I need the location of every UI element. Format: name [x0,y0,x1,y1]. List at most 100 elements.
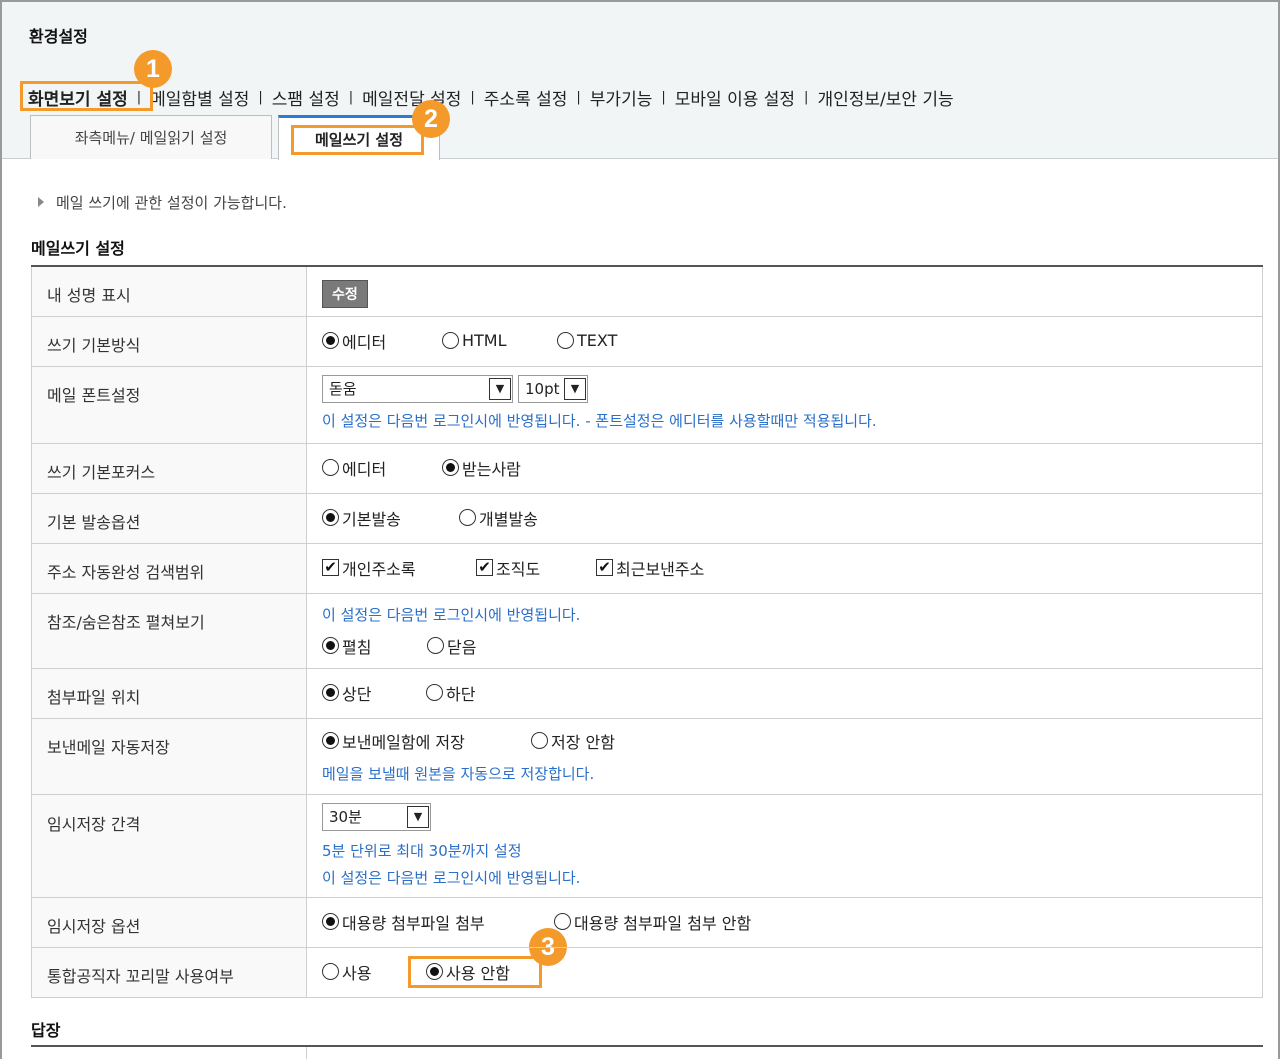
window-frame: 환경설정 화면보기 설정 | 메일함별 설정 | 스팸 설정 | 메일전달 설정… [0,0,1280,1059]
temp-interval-note: 5분 단위로 최대 30분까지 설정 [322,841,522,860]
write-mode-editor-radio[interactable]: 에디터 [322,329,442,353]
table-row: 메일 폰트설정 돋움 ▼ 10pt ▼ 이 설정은 다음번 로그인시에 반영됩니다.… [31,365,1263,444]
option-label: 사용 [342,963,372,983]
option-label: 하단 [446,684,476,704]
send-individual-radio[interactable]: 개별발송 [459,506,538,530]
nav-separator: | [804,89,809,105]
row-label: 첨부파일 위치 [31,667,307,719]
nav-item-spam-settings[interactable]: 스팸 설정 [265,85,347,110]
table-row: 참조/숨은참조 펼쳐보기 이 설정은 다음번 로그인시에 반영됩니다. 펼침 닫… [31,592,1263,669]
option-label: 개별발송 [479,509,538,529]
option-label: 펼침 [342,637,372,657]
step-badge-1: 1 [134,50,172,88]
temp-attach-radio[interactable]: 대용량 첨부파일 첨부 [322,910,554,934]
focus-recipient-radio[interactable]: 받는사람 [442,456,521,480]
nav-item-privacy-security[interactable]: 개인정보/보안 기능 [810,85,960,110]
option-label: 사용 안함 [446,963,510,983]
radio-icon [322,963,339,980]
table-row: 기본 발송옵션 기본발송 개별발송 [31,492,1263,544]
sent-save-radio[interactable]: 보낸메일함에 저장 [322,729,531,753]
nav-item-forward-settings[interactable]: 메일전달 설정 [355,85,468,110]
sent-no-save-radio[interactable]: 저장 안함 [531,729,615,753]
nav-item-address-settings[interactable]: 주소록 설정 [477,85,575,110]
edit-signature-button[interactable]: 수정 [322,280,368,308]
section-title: 메일쓰기 설정 [31,239,125,258]
select-value: 돋움 [329,380,357,398]
font-family-select[interactable]: 돋움 ▼ [322,374,513,403]
table-row: 쓰기 기본방식 에디터 HTML TEXT [31,315,1263,367]
sent-save-note: 메일을 보낼때 원본을 자동으로 저장합니다. [322,764,595,783]
temp-interval-note: 이 설정은 다음번 로그인시에 반영됩니다. [322,868,581,887]
autocomplete-recent-checkbox[interactable]: ✔ 최근보낸주소 [596,556,704,580]
table-row: 첨부파일 위치 상단 하단 [31,667,1263,719]
autocomplete-personal-checkbox[interactable]: ✔ 개인주소록 [322,556,476,580]
option-label: 기본발송 [342,509,401,529]
row-label: 임시저장 옵션 [31,896,307,948]
radio-icon [322,509,339,526]
option-label: TEXT [577,331,618,350]
triangle-bullet-icon [38,197,44,207]
table-row: 임시저장 옵션 대용량 첨부파일 첨부 대용량 첨부파일 첨부 안함 [31,896,1263,948]
cc-note: 이 설정은 다음번 로그인시에 반영됩니다. [322,605,581,624]
nav-separator: | [576,89,581,105]
tab-left-menu-read-settings[interactable]: 좌측메뉴/ 메일읽기 설정 [30,115,272,159]
attach-bottom-radio[interactable]: 하단 [426,681,475,705]
option-label: 최근보낸주소 [616,559,705,579]
step-badge-2: 2 [412,100,450,138]
info-text: 메일 쓰기에 관한 설정이 가능합니다. [56,194,287,212]
table-row: 쓰기 기본포커스 에디터 받는사람 [31,442,1263,494]
nav-separator: | [661,89,666,105]
radio-icon [322,913,339,930]
select-value: 30분 [329,808,362,826]
row-label: 기본 발송옵션 [31,492,307,544]
cc-expand-radio[interactable]: 펼침 [322,634,427,658]
footer-use-radio[interactable]: 사용 [322,960,426,984]
option-label: 대용량 첨부파일 첨부 [342,913,485,933]
tab-label: 좌측메뉴/ 메일읽기 설정 [74,129,228,147]
nav-item-mailbox-settings[interactable]: 메일함별 설정 [143,85,256,110]
temp-interval-select[interactable]: 30분 ▼ [322,802,431,831]
reply-table-top [31,1045,1263,1059]
footer-no-use-radio[interactable]: 사용 안함 [426,960,510,984]
highlight-box-1 [20,81,153,111]
radio-icon [322,332,339,349]
row-label: 쓰기 기본포커스 [31,442,307,494]
radio-icon [322,637,339,654]
radio-icon [322,459,339,476]
option-label: 개인주소록 [342,559,416,579]
table-row: 보낸메일 자동저장 보낸메일함에 저장 저장 안함 메일을 보낼때 원본을 자동… [31,717,1263,795]
font-size-select[interactable]: 10pt ▼ [518,374,588,403]
nav-item-mobile-settings[interactable]: 모바일 이용 설정 [668,85,802,110]
nav-item-extra-features[interactable]: 부가기능 [583,85,660,110]
send-default-radio[interactable]: 기본발송 [322,506,459,530]
table-row: 통합공직자 꼬리말 사용여부 사용 사용 안함 [31,946,1263,998]
nav-separator: | [258,89,263,105]
radio-icon [442,332,459,349]
option-label: 상단 [342,684,372,704]
option-label: 대용량 첨부파일 첨부 안함 [574,913,752,933]
row-label: 쓰기 기본방식 [31,315,307,367]
table-row: 주소 자동완성 검색범위 ✔ 개인주소록 ✔ 조직도 ✔ 최근보낸주소 [31,542,1263,594]
option-label: 조직도 [496,559,541,579]
highlight-box-2 [291,125,424,155]
nav-separator: | [470,89,475,105]
radio-icon [557,332,574,349]
option-label: 저장 안함 [551,732,615,752]
option-label: 에디터 [342,332,387,352]
select-value: 10pt [525,379,560,398]
temp-no-attach-radio[interactable]: 대용량 첨부파일 첨부 안함 [554,910,751,934]
write-mode-html-radio[interactable]: HTML [442,331,557,350]
cc-collapse-radio[interactable]: 닫음 [427,634,476,658]
nav-separator: | [348,89,354,105]
row-label: 보낸메일 자동저장 [31,717,307,795]
autocomplete-org-checkbox[interactable]: ✔ 조직도 [476,556,596,580]
radio-icon [426,963,443,980]
checkmark-icon: ✔ [476,559,493,576]
attach-top-radio[interactable]: 상단 [322,681,426,705]
row-label: 통합공직자 꼬리말 사용여부 [31,946,307,998]
chevron-down-icon: ▼ [407,805,429,828]
focus-editor-radio[interactable]: 에디터 [322,456,442,480]
settings-header: 환경설정 화면보기 설정 | 메일함별 설정 | 스팸 설정 | 메일전달 설정… [2,2,1278,160]
radio-icon [426,684,443,701]
write-mode-text-radio[interactable]: TEXT [557,331,617,350]
